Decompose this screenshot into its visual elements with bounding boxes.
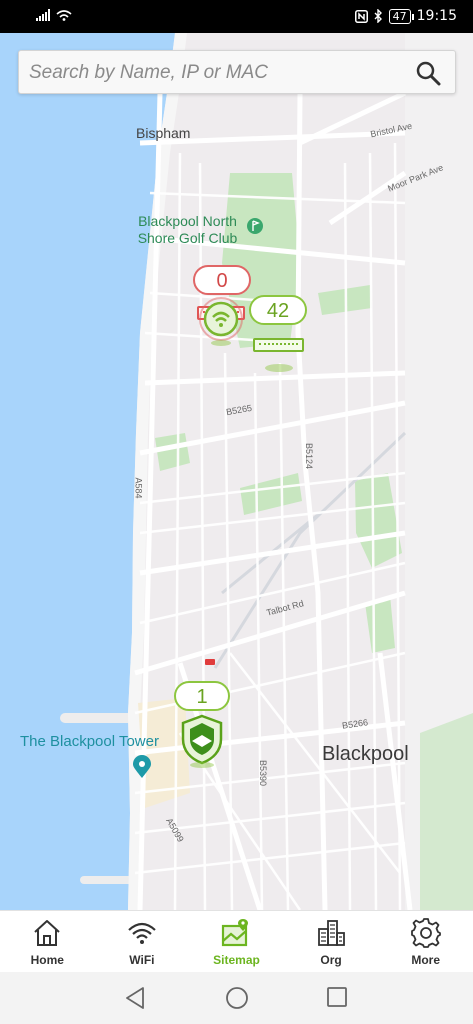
clock: 19:15 [416, 8, 457, 24]
nav-item-more[interactable]: More [378, 911, 473, 972]
recents-icon[interactable] [326, 986, 348, 1008]
site-count-badge[interactable]: 1 [174, 681, 230, 711]
status-right: 47 19:15 [354, 8, 457, 24]
back-icon[interactable] [124, 986, 146, 1010]
map-background [0, 33, 473, 910]
home-icon [34, 920, 60, 946]
wifi-status-icon [56, 10, 72, 21]
search-input[interactable] [29, 57, 409, 89]
site-map[interactable]: Bispham Blackpool North Shore Golf Club … [0, 33, 473, 910]
nav-label-sitemap: Sitemap [213, 953, 260, 967]
home-circle-icon[interactable] [225, 986, 249, 1010]
sitemap-icon [222, 919, 249, 947]
gateway-marker-shield[interactable] [178, 713, 226, 769]
access-point-marker-red[interactable] [196, 295, 246, 347]
bottom-navigation: Home WiFi Sitemap Org More [0, 910, 473, 972]
place-label-golf-club: Blackpool North Shore Golf Club [137, 213, 238, 246]
road-label-b5124: B5124 [304, 442, 315, 470]
place-label-bispham: Bispham [136, 125, 191, 141]
nav-item-home[interactable]: Home [0, 911, 95, 972]
nav-label-home: Home [30, 953, 64, 967]
gear-icon [410, 918, 441, 948]
cellular-signal-icon [36, 9, 50, 21]
road-label-b5390: B5390 [258, 759, 269, 787]
org-icon [318, 920, 345, 946]
search-icon[interactable] [415, 60, 441, 86]
online-count-badge[interactable]: 42 [249, 295, 307, 325]
nav-label-wifi: WiFi [129, 953, 155, 967]
nav-item-sitemap[interactable]: Sitemap [189, 911, 284, 972]
signal-indicators [36, 9, 72, 21]
nfc-icon [354, 9, 368, 23]
nav-label-org: Org [320, 953, 342, 967]
place-label-blackpool-tower: The Blackpool Tower [20, 733, 159, 750]
wifi-icon [128, 922, 156, 944]
offline-count-badge[interactable]: 0 [193, 265, 251, 295]
device-shadow [265, 364, 293, 372]
tower-pin-icon [133, 755, 151, 778]
golf-pin-icon [247, 218, 263, 234]
system-navigation-bar [0, 972, 473, 1024]
road-label-a584: A584 [133, 477, 144, 499]
status-bar: 47 19:15 [0, 0, 473, 33]
battery-level: 47 [388, 8, 414, 24]
search-bar [18, 50, 456, 94]
nav-label-more: More [411, 953, 440, 967]
switch-device-green[interactable] [253, 338, 304, 352]
nav-item-org[interactable]: Org [284, 911, 379, 972]
nav-item-wifi[interactable]: WiFi [95, 911, 190, 972]
place-label-blackpool: Blackpool [322, 743, 409, 765]
bluetooth-icon [374, 9, 382, 23]
